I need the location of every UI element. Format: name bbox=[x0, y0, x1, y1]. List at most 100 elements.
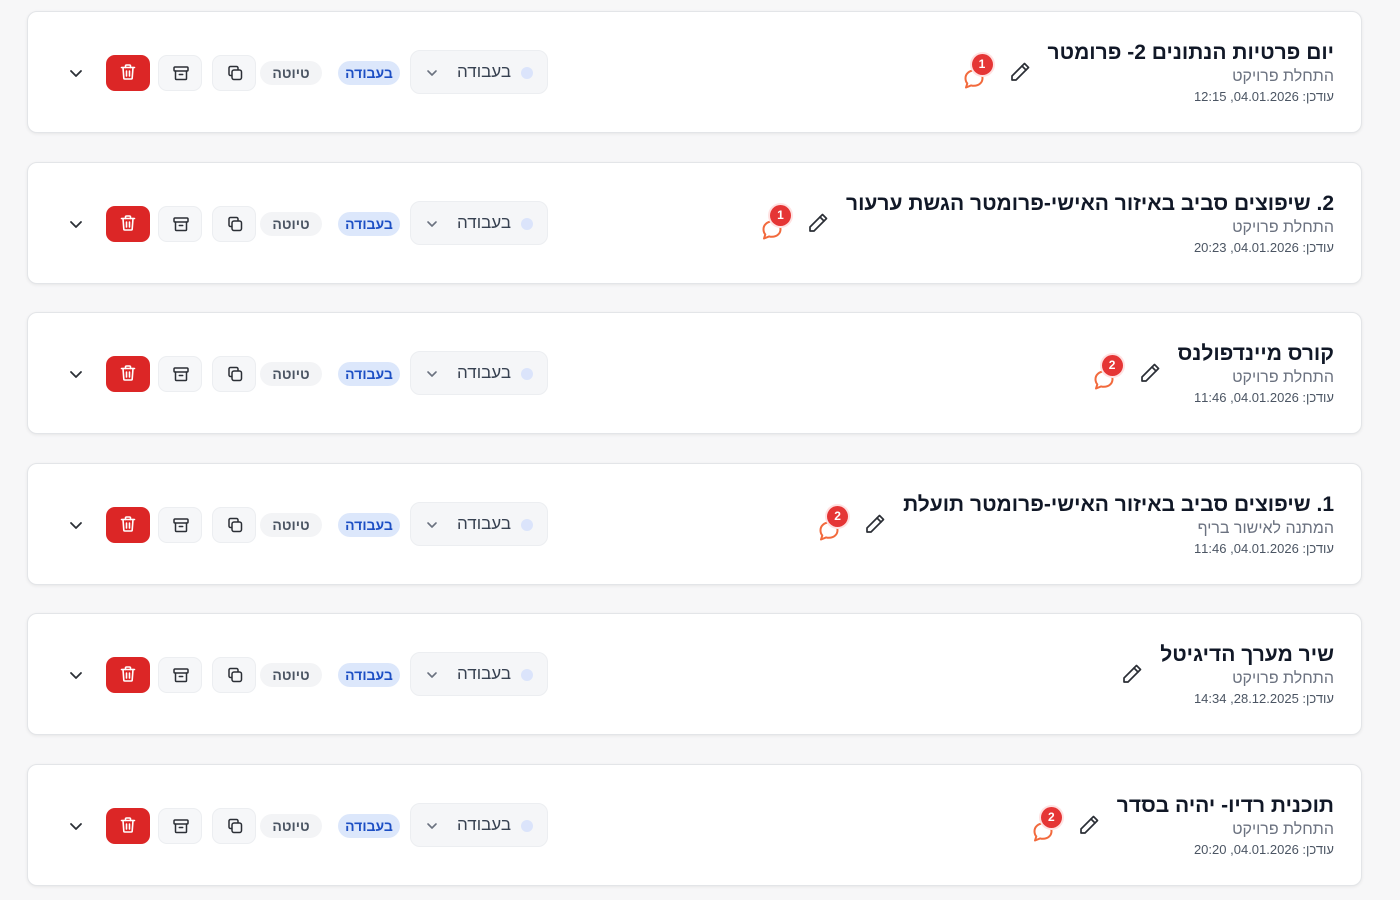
copy-icon bbox=[228, 366, 243, 382]
chevron-down-icon bbox=[70, 672, 82, 679]
archive-button[interactable] bbox=[158, 55, 202, 91]
archive-button[interactable] bbox=[158, 206, 202, 242]
edit-title-button[interactable] bbox=[1077, 813, 1101, 837]
chevron-down-icon bbox=[427, 371, 437, 377]
expand-button[interactable] bbox=[65, 213, 87, 235]
duplicate-button[interactable] bbox=[212, 657, 256, 693]
status-badge-in-progress: בעבודה bbox=[338, 513, 400, 537]
project-title[interactable]: יום פרטיות הנתונים 2- פרומטר bbox=[1048, 40, 1334, 66]
project-info: 1. שיפוצים סביב באיזור האישי-פרומטר תועל… bbox=[903, 492, 1334, 558]
comments-button[interactable]: 2 bbox=[1031, 807, 1065, 845]
project-stage: המתנה לאישור בריף bbox=[1197, 520, 1334, 537]
delete-button[interactable] bbox=[106, 507, 150, 543]
edit-title-button[interactable] bbox=[1120, 662, 1144, 686]
project-info: 2. שיפוצים סביב באיזור האישי-פרומטר הגשת… bbox=[846, 191, 1334, 257]
project-stage: התחלת פרויקט bbox=[1232, 670, 1334, 687]
comments-button[interactable]: 1 bbox=[760, 205, 794, 243]
project-info: יום פרטיות הנתונים 2- פרומטר התחלת פרויק… bbox=[1048, 40, 1334, 106]
pencil-icon bbox=[1010, 62, 1029, 81]
project-title[interactable]: קורס מיינדפולנס bbox=[1178, 341, 1334, 367]
project-title[interactable]: שיר מערך הדיגיטל bbox=[1160, 642, 1334, 668]
status-dropdown[interactable]: בעבודה bbox=[410, 803, 548, 847]
chevron-down-icon bbox=[70, 522, 82, 529]
edit-title-button[interactable] bbox=[806, 211, 830, 235]
expand-button[interactable] bbox=[65, 363, 87, 385]
status-value: בעבודה bbox=[457, 363, 511, 382]
chevron-down-icon bbox=[70, 221, 82, 228]
status-badge-draft: טיוטה bbox=[260, 513, 322, 537]
status-badge-in-progress: בעבודה bbox=[338, 663, 400, 687]
project-info: קורס מיינדפולנס התחלת פרויקט עודכן: 04.0… bbox=[1178, 341, 1334, 407]
status-dot bbox=[521, 519, 533, 531]
comment-count-badge: 1 bbox=[971, 54, 993, 75]
delete-button[interactable] bbox=[106, 356, 150, 392]
chevron-down-icon bbox=[427, 221, 437, 227]
comments-button[interactable]: 2 bbox=[817, 506, 851, 544]
pencil-icon bbox=[809, 213, 828, 232]
edit-title-button[interactable] bbox=[1138, 361, 1162, 385]
comments-button[interactable]: 1 bbox=[962, 54, 996, 92]
status-badge-draft: טיוטה bbox=[260, 212, 322, 236]
duplicate-button[interactable] bbox=[212, 206, 256, 242]
expand-button[interactable] bbox=[65, 514, 87, 536]
delete-button[interactable] bbox=[106, 206, 150, 242]
status-dropdown[interactable]: בעבודה bbox=[410, 502, 548, 546]
delete-button[interactable] bbox=[106, 55, 150, 91]
trash-icon bbox=[120, 365, 136, 381]
project-info: שיר מערך הדיגיטל התחלת פרויקט עודכן: 28.… bbox=[1160, 642, 1334, 708]
status-badge-draft: טיוטה bbox=[260, 362, 322, 386]
status-dropdown[interactable]: בעבודה bbox=[410, 351, 548, 395]
archive-button[interactable] bbox=[158, 507, 202, 543]
copy-icon bbox=[228, 65, 243, 81]
status-value: בעבודה bbox=[457, 514, 511, 533]
archive-button[interactable] bbox=[158, 808, 202, 844]
status-dropdown[interactable]: בעבודה bbox=[410, 652, 548, 696]
project-stage: התחלת פרויקט bbox=[1232, 369, 1334, 386]
title-tools: 2 bbox=[1021, 807, 1101, 842]
project-card: יום פרטיות הנתונים 2- פרומטר התחלת פרויק… bbox=[27, 11, 1362, 133]
pencil-icon bbox=[1079, 815, 1099, 834]
project-info: תוכנית רדיו- יהיה בסדר התחלת פרויקט עודכ… bbox=[1117, 793, 1334, 859]
chevron-down-icon bbox=[70, 823, 82, 830]
updated-timestamp: עודכן: 04.01.2026, 11:46 bbox=[1193, 390, 1334, 405]
comment-count-badge: 2 bbox=[1040, 807, 1062, 828]
edit-title-button[interactable] bbox=[863, 512, 887, 536]
expand-button[interactable] bbox=[65, 62, 87, 84]
edit-title-button[interactable] bbox=[1008, 60, 1032, 84]
status-badge-draft: טיוטה bbox=[260, 61, 322, 85]
delete-button[interactable] bbox=[106, 808, 150, 844]
project-title[interactable]: תוכנית רדיו- יהיה בסדר bbox=[1117, 793, 1334, 819]
delete-button[interactable] bbox=[106, 657, 150, 693]
duplicate-button[interactable] bbox=[212, 808, 256, 844]
project-list: יום פרטיות הנתונים 2- פרומטר התחלת פרויק… bbox=[0, 0, 1400, 900]
copy-icon bbox=[228, 216, 243, 232]
project-card: קורס מיינדפולנס התחלת פרויקט עודכן: 04.0… bbox=[27, 312, 1362, 434]
trash-icon bbox=[120, 516, 136, 532]
status-value: בעבודה bbox=[457, 664, 511, 683]
status-value: בעבודה bbox=[457, 62, 511, 81]
status-badge-in-progress: בעבודה bbox=[338, 61, 400, 85]
expand-button[interactable] bbox=[65, 664, 87, 686]
status-dropdown[interactable]: בעבודה bbox=[410, 201, 548, 245]
duplicate-button[interactable] bbox=[212, 55, 256, 91]
archive-button[interactable] bbox=[158, 657, 202, 693]
title-tools: 1 bbox=[952, 54, 1032, 89]
updated-timestamp: עודכן: 28.12.2025, 14:34 bbox=[1193, 691, 1334, 706]
comments-button[interactable]: 2 bbox=[1092, 355, 1126, 393]
duplicate-button[interactable] bbox=[212, 507, 256, 543]
project-title[interactable]: 2. שיפוצים סביב באיזור האישי-פרומטר הגשת… bbox=[846, 191, 1334, 217]
status-badge-draft: טיוטה bbox=[260, 663, 322, 687]
archive-button[interactable] bbox=[158, 356, 202, 392]
expand-button[interactable] bbox=[65, 815, 87, 837]
project-title[interactable]: 1. שיפוצים סביב באיזור האישי-פרומטר תועל… bbox=[903, 492, 1334, 518]
status-dot bbox=[521, 820, 533, 832]
updated-timestamp: עודכן: 04.01.2026, 12:15 bbox=[1193, 89, 1334, 104]
archive-icon bbox=[173, 518, 189, 533]
copy-icon bbox=[228, 818, 243, 834]
duplicate-button[interactable] bbox=[212, 356, 256, 392]
status-dot bbox=[521, 368, 533, 380]
project-stage: התחלת פרויקט bbox=[1232, 821, 1334, 838]
status-dropdown[interactable]: בעבודה bbox=[410, 50, 548, 94]
pencil-icon bbox=[866, 514, 885, 533]
comment-count-badge: 1 bbox=[769, 205, 791, 226]
